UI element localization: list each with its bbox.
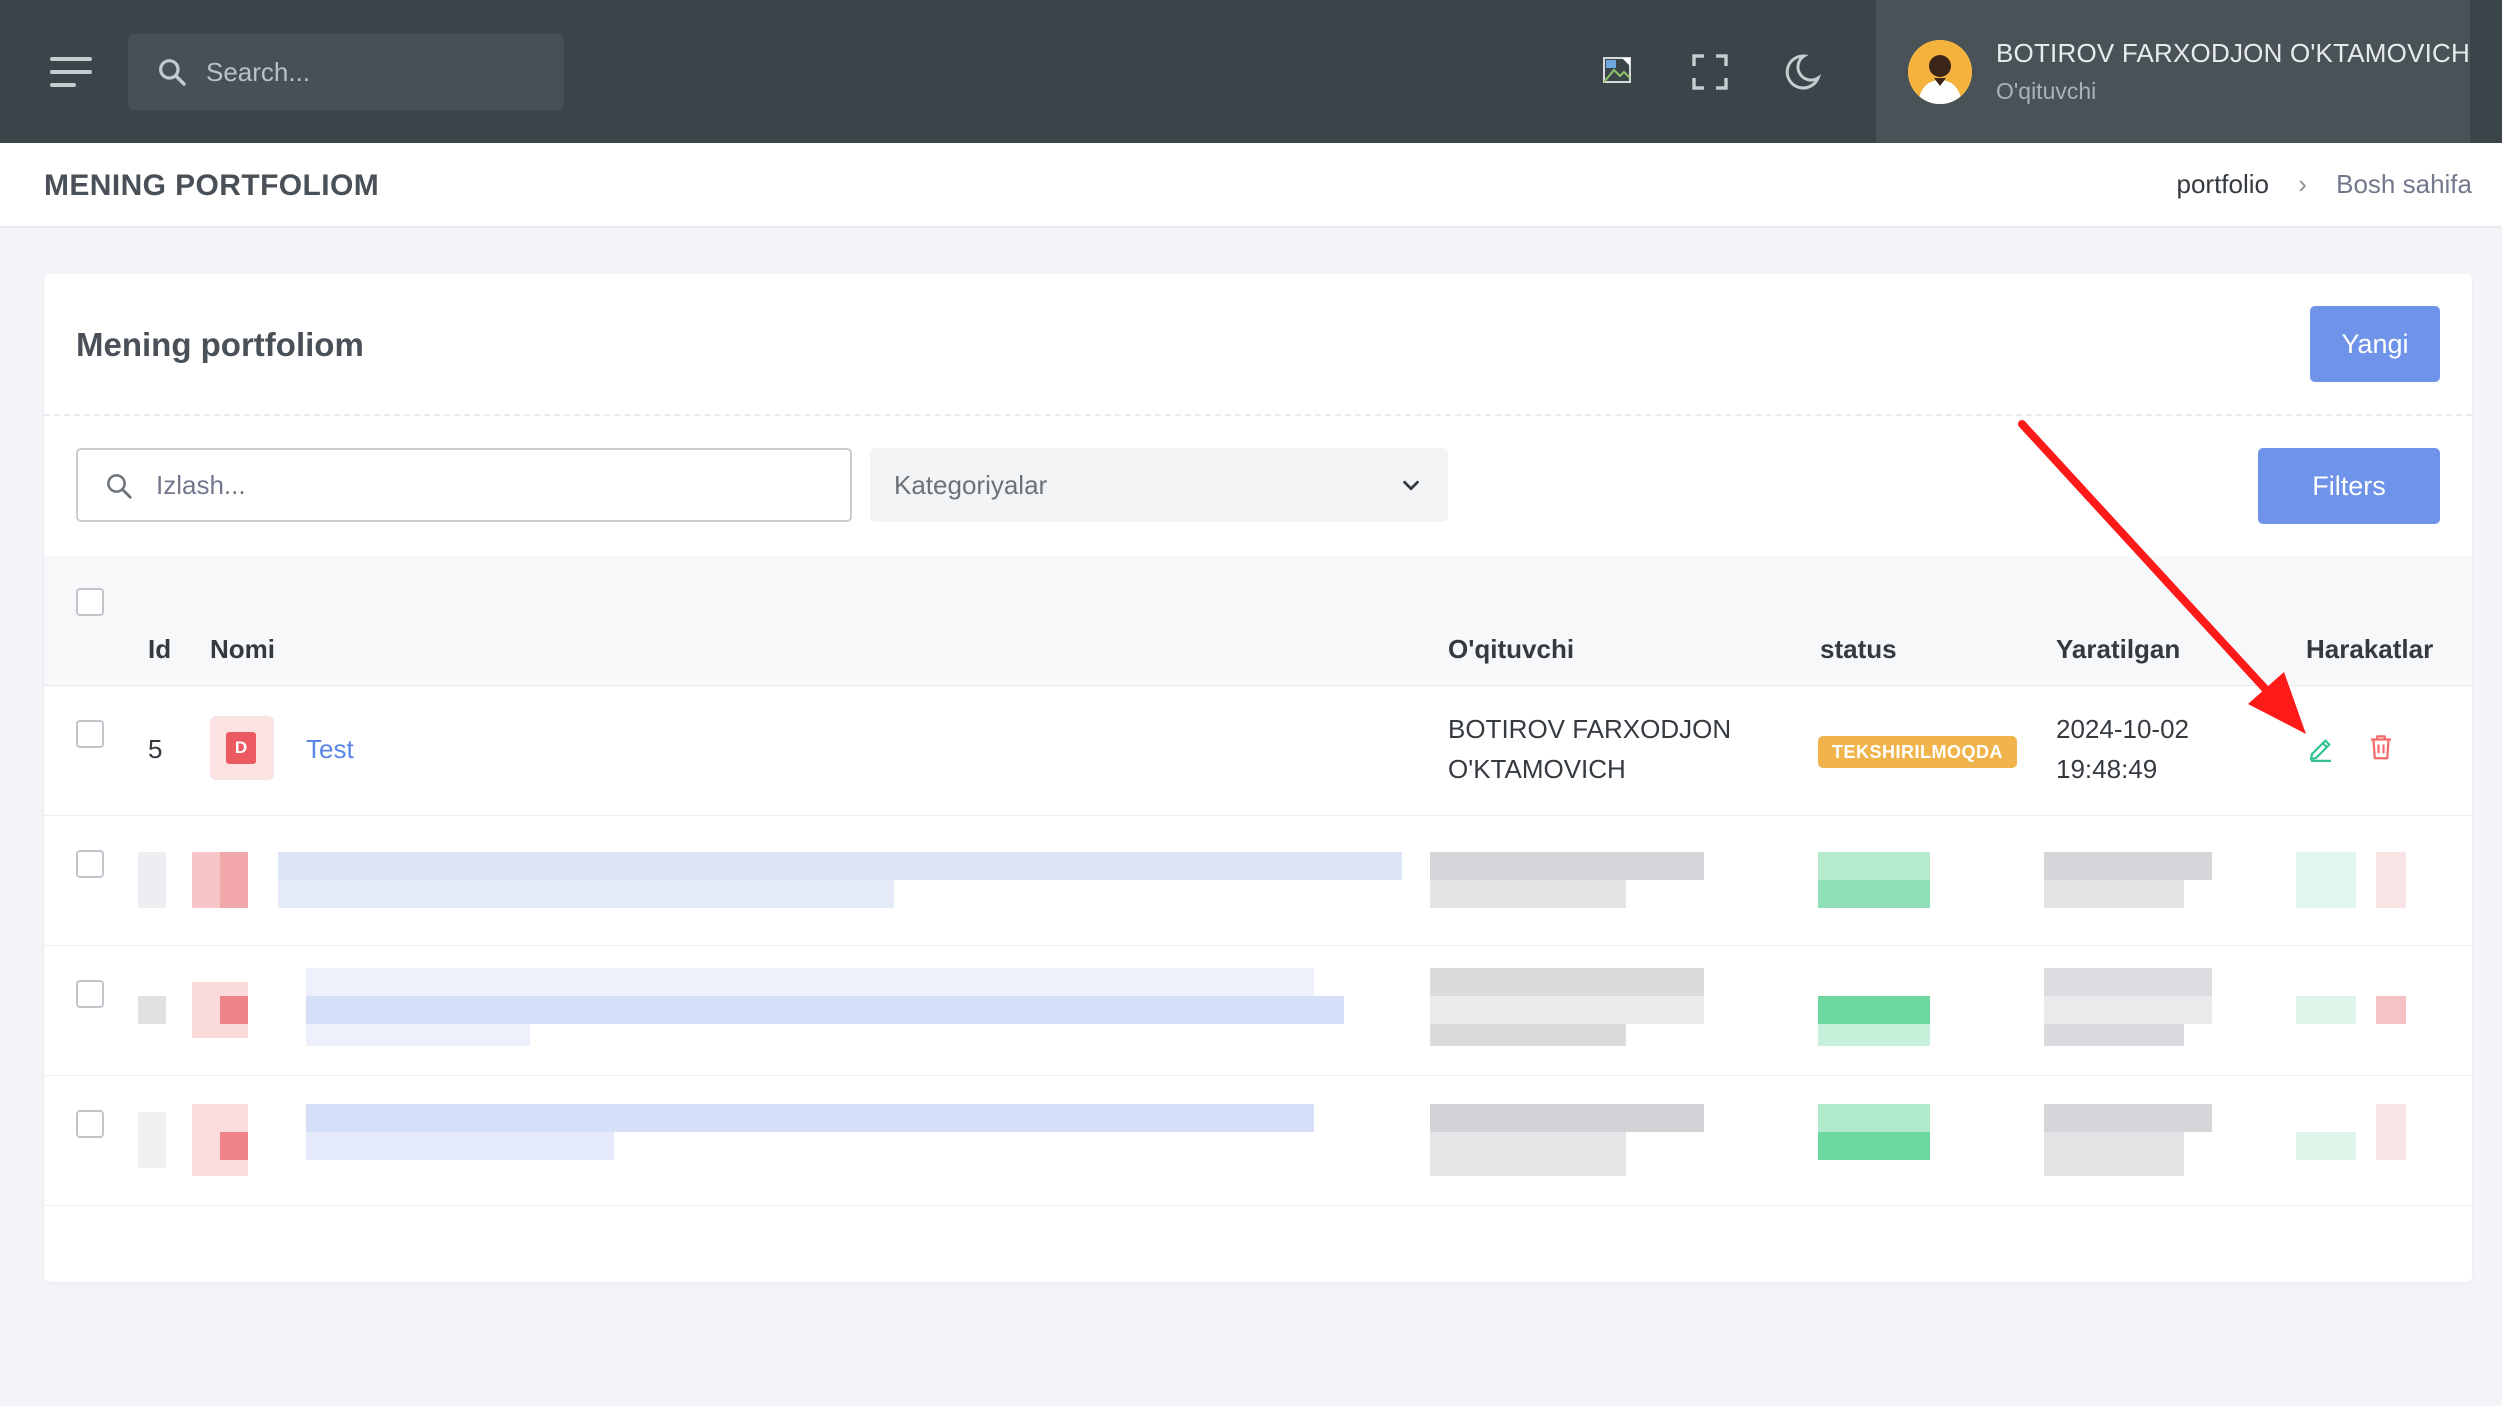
page-title: MENING PORTFOLIOM bbox=[44, 169, 380, 202]
redacted-block bbox=[1818, 852, 1930, 880]
avatar bbox=[1908, 40, 1972, 104]
column-header-id[interactable]: Id bbox=[148, 634, 171, 665]
table-row: 5 D Test BOTIROV FARXODJON O'KTAMOVICH T… bbox=[44, 686, 2472, 816]
redacted-block bbox=[1818, 1104, 1930, 1132]
redacted-block bbox=[278, 880, 894, 908]
redacted-block bbox=[2044, 1104, 2212, 1132]
breadcrumb: portfolio › Bosh sahifa bbox=[2176, 169, 2472, 200]
redacted-block bbox=[1818, 1024, 1930, 1046]
column-header-teacher[interactable]: O'qituvchi bbox=[1448, 634, 1574, 665]
redacted-block bbox=[1818, 996, 1930, 1024]
redacted-block bbox=[2044, 996, 2212, 1024]
redacted-block bbox=[2044, 1024, 2184, 1046]
redacted-block bbox=[1430, 968, 1704, 996]
row-checkbox[interactable] bbox=[76, 980, 104, 1008]
redacted-block bbox=[220, 852, 248, 908]
portfolio-card: Mening portfoliom Yangi Kategoriyalar Fi… bbox=[44, 274, 2472, 1282]
column-header-status[interactable]: status bbox=[1820, 634, 1897, 665]
redacted-block bbox=[138, 996, 166, 1024]
redacted-block bbox=[306, 996, 1344, 1024]
edit-pencil-icon[interactable] bbox=[2306, 734, 2336, 764]
column-header-actions: Harakatlar bbox=[2306, 634, 2434, 664]
redacted-block bbox=[306, 1132, 614, 1160]
category-select[interactable]: Kategoriyalar bbox=[870, 448, 1448, 522]
column-header-created[interactable]: Yaratilgan bbox=[2056, 634, 2180, 665]
redacted-block bbox=[306, 1104, 1314, 1132]
redacted-block bbox=[1430, 852, 1704, 880]
redacted-block bbox=[2296, 1132, 2356, 1160]
search-icon bbox=[107, 474, 132, 499]
file-icon-letter: D bbox=[226, 732, 256, 764]
global-search bbox=[128, 34, 564, 110]
redacted-block bbox=[278, 852, 1402, 880]
table-search-input[interactable] bbox=[156, 450, 836, 520]
table-row-redacted bbox=[44, 1076, 2472, 1206]
table-row-redacted bbox=[44, 816, 2472, 946]
top-navbar: BOTIROV FARXODJON O'KTAMOVICH O'qituvchi bbox=[0, 0, 2502, 143]
redacted-block bbox=[1430, 1104, 1704, 1132]
document-file-icon: D bbox=[210, 716, 274, 780]
table-search bbox=[76, 448, 852, 522]
redacted-block bbox=[2044, 880, 2184, 908]
row-id: 5 bbox=[148, 734, 163, 764]
breadcrumb-item-portfolio[interactable]: portfolio bbox=[2176, 169, 2269, 199]
redacted-block bbox=[138, 1112, 166, 1168]
redacted-block bbox=[1430, 1132, 1626, 1176]
redacted-block bbox=[2296, 996, 2356, 1024]
status-badge: TEKSHIRILMOQDA bbox=[1818, 736, 2017, 768]
created-time: 19:48:49 bbox=[2056, 754, 2158, 784]
delete-trash-icon[interactable] bbox=[2366, 732, 2396, 762]
redacted-block bbox=[2044, 968, 2212, 996]
breadcrumb-item-home[interactable]: Bosh sahifa bbox=[2336, 169, 2472, 199]
new-portfolio-button[interactable]: Yangi bbox=[2310, 306, 2440, 382]
redacted-block bbox=[1430, 1024, 1626, 1046]
redacted-block bbox=[1430, 880, 1626, 908]
redacted-block bbox=[2376, 996, 2406, 1024]
row-checkbox[interactable] bbox=[76, 1110, 104, 1138]
select-all-checkbox[interactable] bbox=[76, 588, 104, 616]
created-date: 2024-10-02 bbox=[2056, 714, 2189, 744]
redacted-block bbox=[1430, 996, 1704, 1024]
redacted-block bbox=[2296, 852, 2356, 908]
row-checkbox[interactable] bbox=[76, 720, 104, 748]
redacted-block bbox=[1818, 880, 1930, 908]
column-header-name[interactable]: Nomi bbox=[210, 634, 275, 665]
redacted-block bbox=[2376, 852, 2406, 908]
user-profile-menu[interactable]: BOTIROV FARXODJON O'KTAMOVICH O'qituvchi bbox=[1876, 0, 2470, 143]
filters-button[interactable]: Filters bbox=[2258, 448, 2440, 524]
redacted-block bbox=[220, 1132, 248, 1160]
table-header: Id Nomi O'qituvchi status Yaratilgan Har… bbox=[44, 556, 2472, 686]
search-icon bbox=[159, 59, 186, 86]
teacher-name-line2: O'KTAMOVICH bbox=[1448, 754, 1626, 784]
row-checkbox[interactable] bbox=[76, 850, 104, 878]
redacted-block bbox=[1818, 1132, 1930, 1160]
teacher-name-line1: BOTIROV FARXODJON bbox=[1448, 714, 1732, 744]
portfolio-name-link[interactable]: Test bbox=[306, 734, 354, 765]
table-row-redacted bbox=[44, 946, 2472, 1076]
category-select-value: Kategoriyalar bbox=[894, 470, 1048, 500]
divider bbox=[44, 414, 2472, 416]
redacted-block bbox=[138, 852, 166, 908]
redacted-block bbox=[306, 1024, 530, 1046]
redacted-block bbox=[2044, 1132, 2184, 1176]
global-search-input[interactable] bbox=[206, 34, 546, 110]
user-role: O'qituvchi bbox=[1996, 78, 2097, 104]
redacted-block bbox=[220, 996, 248, 1024]
redacted-block bbox=[2376, 1104, 2406, 1160]
fullscreen-icon[interactable] bbox=[1690, 52, 1730, 92]
user-photo-icon bbox=[1908, 40, 1972, 104]
redacted-block bbox=[2044, 852, 2212, 880]
chevron-down-icon bbox=[1403, 480, 1419, 491]
user-name: BOTIROV FARXODJON O'KTAMOVICH bbox=[1996, 38, 2470, 68]
language-flag-icon[interactable] bbox=[1600, 52, 1640, 92]
breadcrumb-chevron-icon: › bbox=[2298, 169, 2307, 199]
card-title: Mening portfoliom bbox=[76, 326, 364, 363]
redacted-block bbox=[306, 968, 1314, 996]
hamburger-menu-icon[interactable] bbox=[50, 53, 94, 91]
dark-mode-moon-icon[interactable] bbox=[1782, 52, 1822, 92]
page-title-bar: MENING PORTFOLIOM portfolio › Bosh sahif… bbox=[0, 143, 2502, 227]
